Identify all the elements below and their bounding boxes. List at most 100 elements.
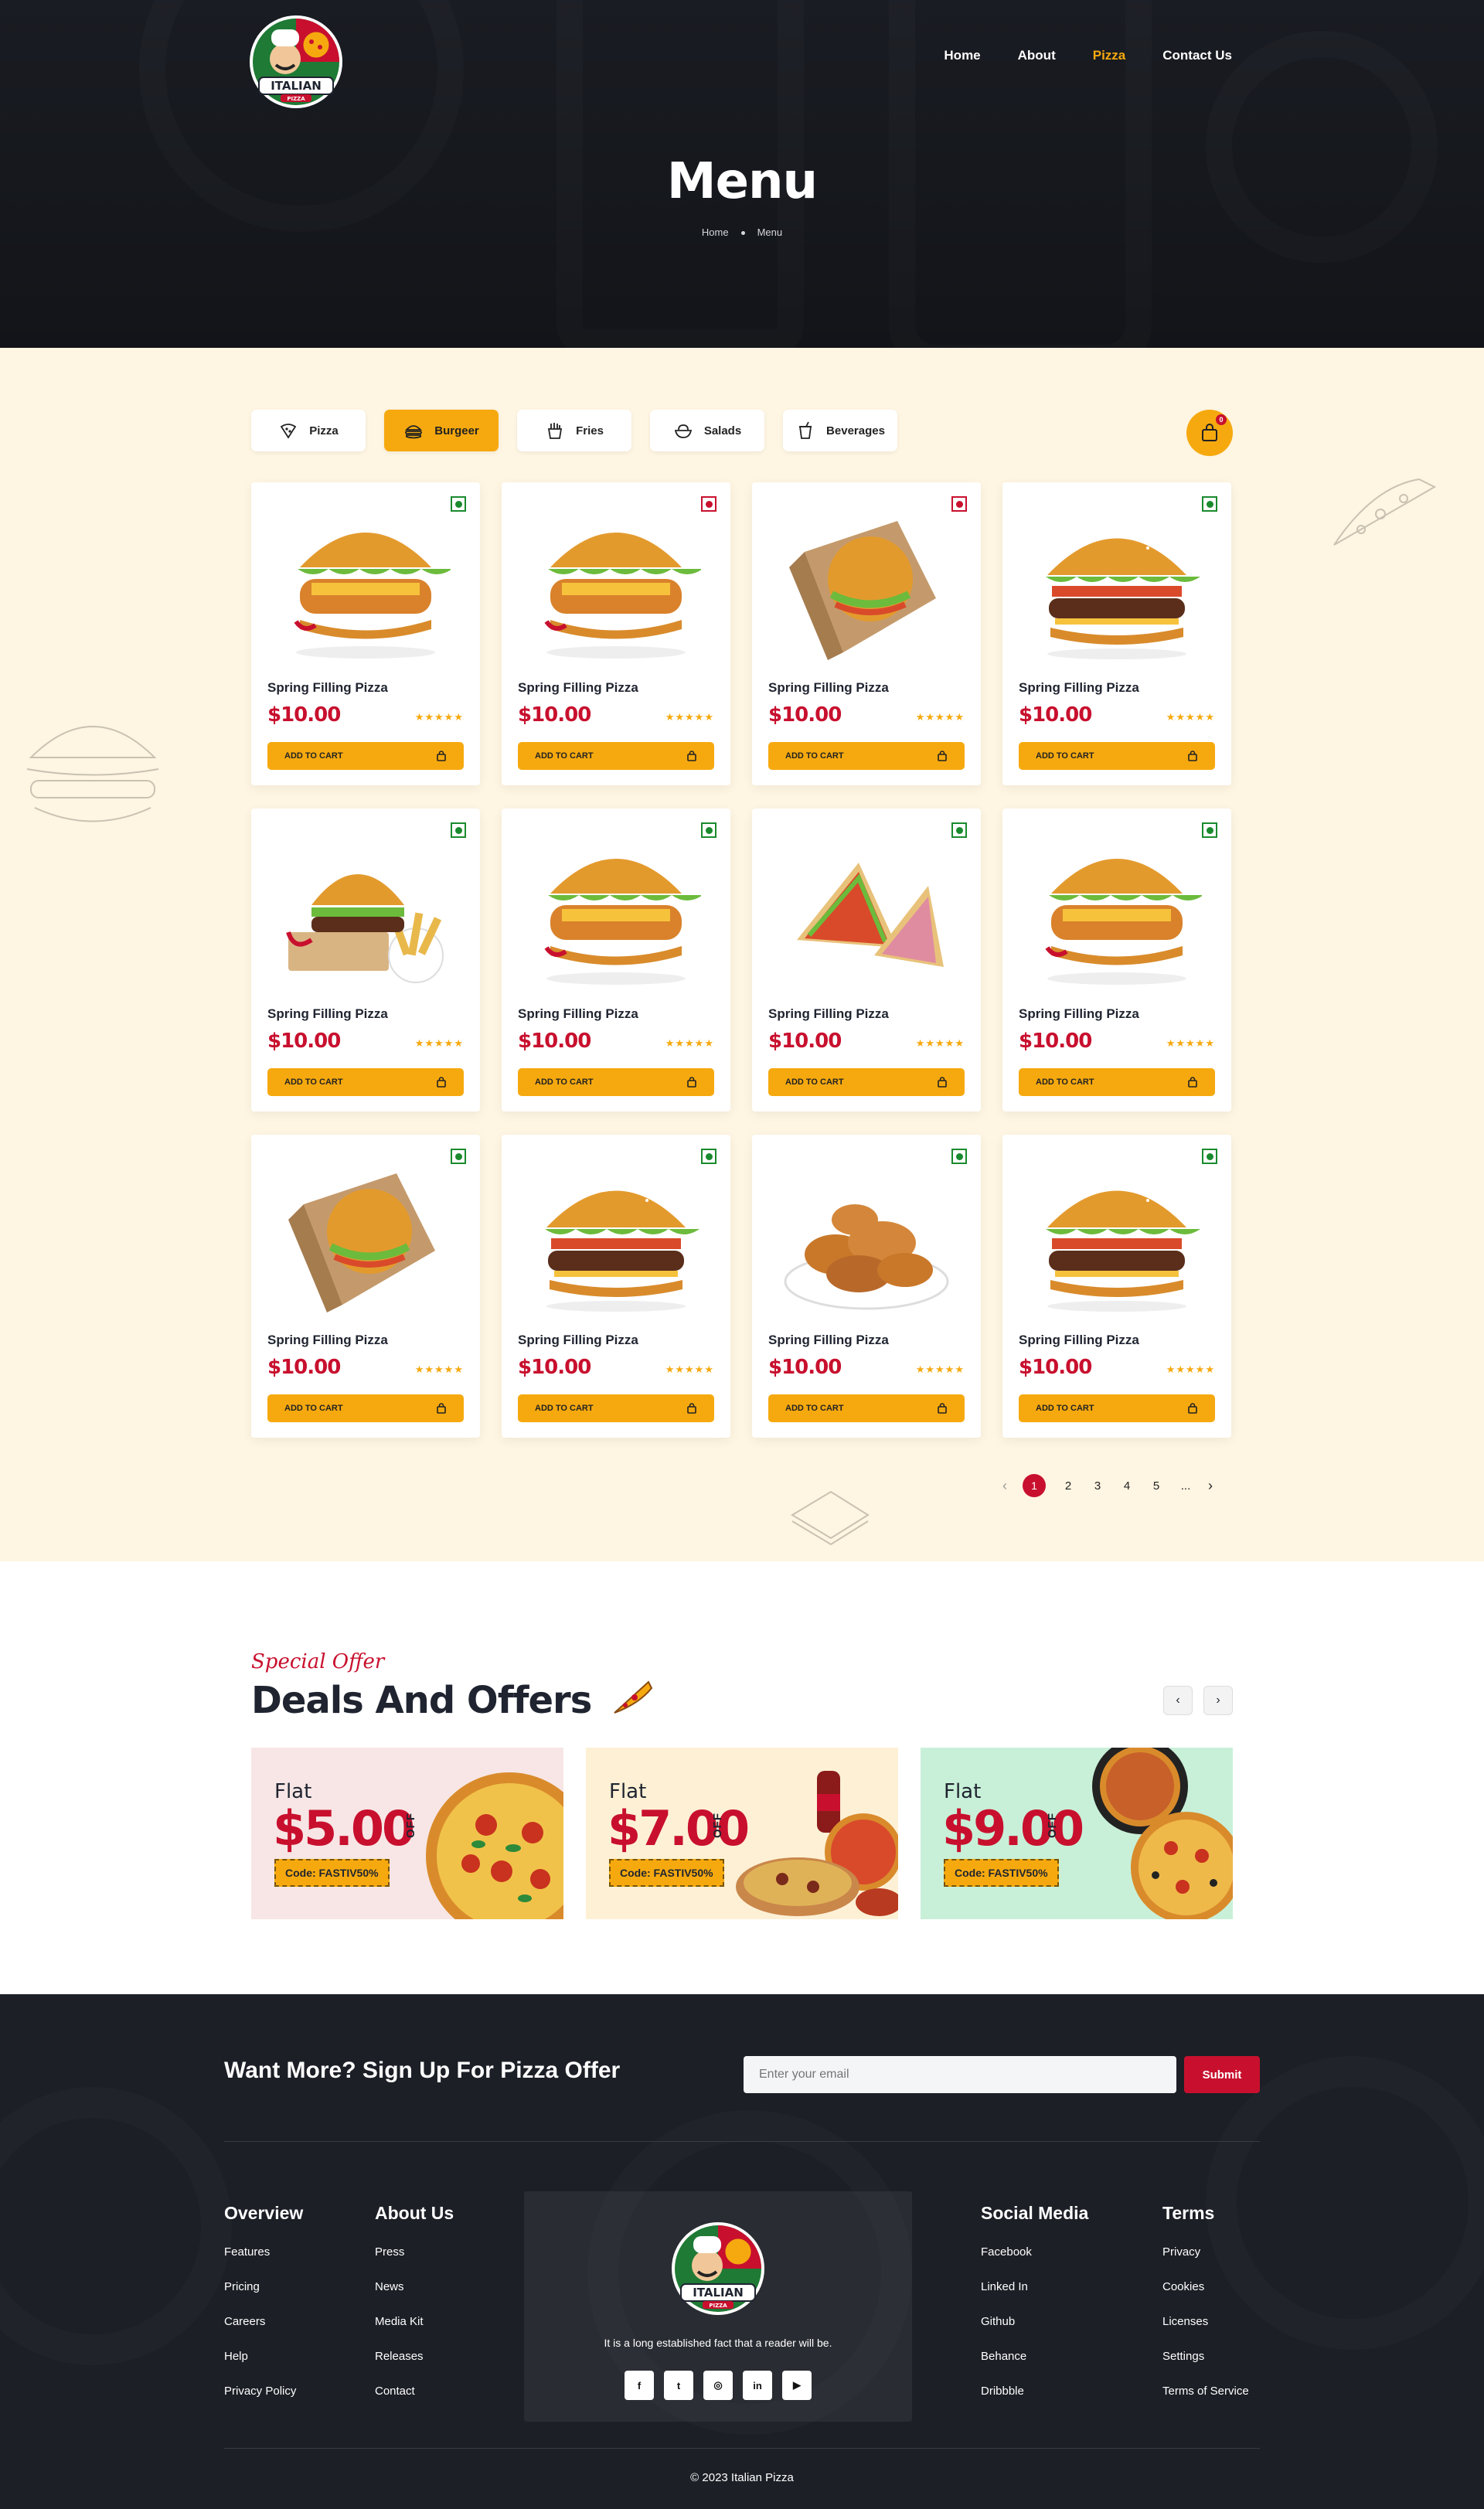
breadcrumb-home[interactable]: Home — [702, 226, 729, 238]
shopping-bag-icon — [437, 751, 446, 761]
filter-pizza[interactable]: Pizza — [251, 410, 366, 451]
filter-fries[interactable]: Fries — [517, 410, 631, 451]
page-current[interactable]: 1 — [1023, 1474, 1046, 1497]
instagram-icon[interactable]: ◎ — [703, 2371, 733, 2400]
rating-stars-icon: ★★★★★ — [414, 1363, 464, 1375]
footer-link[interactable]: Privacy — [1162, 2245, 1249, 2259]
add-to-cart-button[interactable]: ADD TO CART — [267, 742, 464, 770]
add-to-cart-label: ADD TO CART — [284, 751, 343, 761]
footer-link[interactable]: Linked In — [981, 2280, 1088, 2293]
add-to-cart-label: ADD TO CART — [535, 751, 594, 761]
product-grid: Spring Filling Pizza $10.00 ★★★★★ ADD TO CA… — [251, 482, 1231, 1438]
offer-amount: $5.00 — [273, 1800, 415, 1857]
page-link[interactable]: 4 — [1120, 1479, 1134, 1493]
slider-prev-button[interactable]: ‹ — [1163, 1686, 1193, 1715]
product-card[interactable]: Spring Filling Pizza $10.00 ★★★★★ ADD TO CA… — [1002, 482, 1231, 785]
footer-link[interactable]: Privacy Policy — [224, 2385, 303, 2398]
linkedin-icon[interactable]: in — [743, 2371, 772, 2400]
email-input[interactable] — [744, 2056, 1176, 2093]
footer-link[interactable]: Media Kit — [375, 2315, 454, 2328]
logo-wordmark: ITALIAN — [271, 79, 322, 93]
add-to-cart-button[interactable]: ADD TO CART — [768, 1068, 965, 1096]
rating-stars-icon: ★★★★★ — [665, 711, 714, 723]
footer-tagline: It is a long established fact that a rea… — [604, 2337, 832, 2349]
shopping-bag-icon — [687, 751, 696, 761]
footer-link[interactable]: Terms of Service — [1162, 2385, 1249, 2398]
footer-link[interactable]: Press — [375, 2245, 454, 2259]
nav-pizza[interactable]: Pizza — [1093, 48, 1126, 63]
shopping-bag-icon — [1188, 1077, 1197, 1088]
add-to-cart-label: ADD TO CART — [1036, 751, 1094, 761]
footer-column-about: About Us Press News Media Kit Releases C… — [375, 2203, 454, 2419]
footer-link[interactable]: Features — [224, 2245, 303, 2259]
footer-link[interactable]: Behance — [981, 2350, 1088, 2363]
footer-link[interactable]: Cookies — [1162, 2280, 1249, 2293]
submit-button[interactable]: Submit — [1184, 2056, 1260, 2093]
add-to-cart-button[interactable]: ADD TO CART — [768, 742, 965, 770]
fries-icon — [548, 423, 563, 439]
footer-link[interactable]: Help — [224, 2350, 303, 2363]
non-veg-indicator-icon — [701, 496, 716, 512]
cart-button[interactable]: 0 — [1186, 410, 1233, 456]
page-link[interactable]: 5 — [1149, 1479, 1163, 1493]
youtube-icon[interactable]: ▶ — [782, 2371, 812, 2400]
footer-link[interactable]: Pricing — [224, 2280, 303, 2293]
add-to-cart-button[interactable]: ADD TO CART — [1019, 1394, 1215, 1422]
footer-link[interactable]: Contact — [375, 2385, 454, 2398]
product-image — [1045, 859, 1202, 985]
product-card[interactable]: Spring Filling Pizza $10.00 ★★★★★ ADD TO CA… — [1002, 809, 1231, 1112]
footer-link[interactable]: Github — [981, 2315, 1088, 2328]
add-to-cart-button[interactable]: ADD TO CART — [267, 1394, 464, 1422]
footer-link[interactable]: Licenses — [1162, 2315, 1249, 2328]
add-to-cart-button[interactable]: ADD TO CART — [267, 1068, 464, 1096]
footer-link[interactable]: Facebook — [981, 2245, 1088, 2259]
offer-card[interactable]: Flat $5.00 OFF Code: FASTIV50% — [251, 1748, 563, 1919]
prev-page-icon[interactable]: ‹ — [1002, 1478, 1007, 1494]
add-to-cart-button[interactable]: ADD TO CART — [768, 1394, 965, 1422]
nav-contact[interactable]: Contact Us — [1162, 48, 1232, 63]
veg-indicator-icon — [701, 1149, 716, 1164]
page-link[interactable]: 2 — [1061, 1479, 1075, 1493]
product-card[interactable]: Spring Filling Pizza $10.00 ★★★★★ ADD TO CA… — [752, 1135, 981, 1438]
page-link[interactable]: 3 — [1091, 1479, 1104, 1493]
product-card[interactable]: Spring Filling Pizza $10.00 ★★★★★ ADD TO CA… — [251, 482, 480, 785]
add-to-cart-label: ADD TO CART — [1036, 1404, 1094, 1413]
offer-card[interactable]: Flat $9.00 OFF Code: FASTIV50% — [921, 1748, 1233, 1919]
product-card[interactable]: Spring Filling Pizza $10.00 ★★★★★ ADD TO CA… — [752, 482, 981, 785]
footer-column-overview: Overview Features Pricing Careers Help P… — [224, 2203, 303, 2419]
product-image — [544, 859, 701, 985]
product-card[interactable]: Spring Filling Pizza $10.00 ★★★★★ ADD TO CA… — [752, 809, 981, 1112]
add-to-cart-button[interactable]: ADD TO CART — [1019, 742, 1215, 770]
site-logo[interactable]: ITALIAN PIZZA — [248, 14, 344, 110]
add-to-cart-button[interactable]: ADD TO CART — [518, 1068, 714, 1096]
footer-link[interactable]: Settings — [1162, 2350, 1249, 2363]
facebook-icon[interactable]: f — [625, 2371, 654, 2400]
shopping-bag-icon — [437, 1403, 446, 1414]
next-page-icon[interactable]: › — [1208, 1478, 1213, 1494]
twitter-icon[interactable]: t — [664, 2371, 693, 2400]
footer-link[interactable]: Careers — [224, 2315, 303, 2328]
filter-beverages[interactable]: Beverages — [783, 410, 897, 451]
nav-about[interactable]: About — [1018, 48, 1056, 63]
footer-link[interactable]: News — [375, 2280, 454, 2293]
add-to-cart-button[interactable]: ADD TO CART — [1019, 1068, 1215, 1096]
product-card[interactable]: Spring Filling Pizza $10.00 ★★★★★ ADD TO CA… — [251, 1135, 480, 1438]
footer-link[interactable]: Dribbble — [981, 2385, 1088, 2398]
product-card[interactable]: Spring Filling Pizza $10.00 ★★★★★ ADD TO CA… — [502, 809, 730, 1112]
rating-stars-icon: ★★★★★ — [915, 1363, 965, 1375]
product-card[interactable]: Spring Filling Pizza $10.00 ★★★★★ ADD TO CA… — [1002, 1135, 1231, 1438]
footer-bg-pattern — [0, 2087, 232, 2365]
product-card[interactable]: Spring Filling Pizza $10.00 ★★★★★ ADD TO CA… — [502, 1135, 730, 1438]
filter-salads[interactable]: Salads — [650, 410, 764, 451]
add-to-cart-label: ADD TO CART — [785, 1404, 844, 1413]
slider-next-button[interactable]: › — [1203, 1686, 1233, 1715]
footer-logo[interactable]: ITALIAN PIZZA — [670, 2221, 766, 2317]
nav-home[interactable]: Home — [944, 48, 980, 63]
product-card[interactable]: Spring Filling Pizza $10.00 ★★★★★ ADD TO CA… — [502, 482, 730, 785]
add-to-cart-button[interactable]: ADD TO CART — [518, 742, 714, 770]
offer-card[interactable]: Flat $7.00 OFF Code: FASTIV50% — [586, 1748, 898, 1919]
footer-link[interactable]: Releases — [375, 2350, 454, 2363]
filter-burger[interactable]: Burgeer — [384, 410, 499, 451]
product-card[interactable]: Spring Filling Pizza $10.00 ★★★★★ ADD TO CA… — [251, 809, 480, 1112]
add-to-cart-button[interactable]: ADD TO CART — [518, 1394, 714, 1422]
